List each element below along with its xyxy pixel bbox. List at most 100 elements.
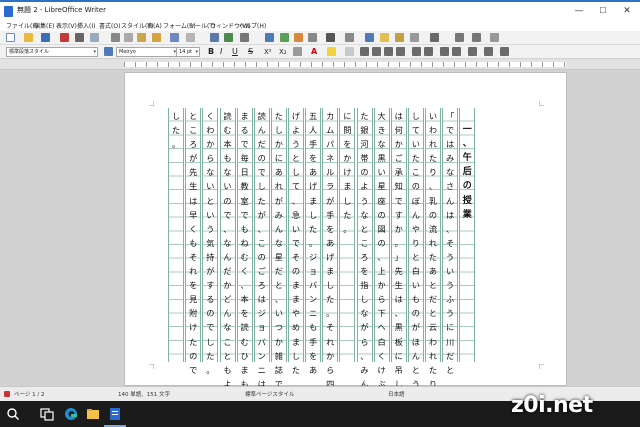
character-cell: と <box>428 308 438 319</box>
align-center-icon[interactable] <box>372 47 381 56</box>
writer-taskbar-icon[interactable] <box>108 407 122 421</box>
bold-button[interactable]: B <box>208 46 214 58</box>
insert-chart-icon[interactable] <box>294 33 303 42</box>
character-cell: み <box>274 209 283 220</box>
copy-icon[interactable] <box>124 33 133 42</box>
minimize-button[interactable]: — <box>568 2 590 20</box>
new-document-icon[interactable] <box>6 33 15 42</box>
menu-insert[interactable]: 挿入(I) <box>77 21 95 30</box>
character-cell: た <box>189 336 198 347</box>
numbered-list-icon[interactable] <box>424 47 433 56</box>
page-style[interactable]: 標準ページスタイル <box>245 390 294 398</box>
print-preview-icon[interactable] <box>90 33 99 42</box>
page-indicator[interactable]: ページ 1 / 2 <box>14 390 45 398</box>
spelling-icon[interactable] <box>224 33 233 42</box>
formatting-marks-icon[interactable] <box>240 33 249 42</box>
menu-format[interactable]: 書式(O) <box>99 21 120 30</box>
character-cell: 本 <box>240 294 249 305</box>
insert-special-character-icon[interactable] <box>326 33 335 42</box>
increase-indent-icon[interactable] <box>440 47 449 56</box>
character-cell: し <box>411 111 420 121</box>
search-icon[interactable] <box>6 407 20 421</box>
file-explorer-icon[interactable] <box>86 407 100 421</box>
draw-functions-icon[interactable] <box>490 33 499 42</box>
character-cell: で <box>206 322 215 333</box>
edge-browser-icon[interactable] <box>64 407 78 421</box>
character-cell: ん <box>446 195 455 206</box>
line-shapes-icon[interactable] <box>472 33 481 42</box>
font-size-select[interactable]: 14 pt <box>176 47 200 57</box>
align-right-icon[interactable] <box>384 47 393 56</box>
menu-table[interactable]: 表(A) <box>147 21 162 30</box>
line-spacing-icon[interactable] <box>468 47 477 56</box>
character-cell: は <box>446 209 455 220</box>
bullet-list-icon[interactable] <box>412 47 421 56</box>
insert-hyperlink-icon[interactable] <box>365 33 374 42</box>
language[interactable]: 日本語 <box>388 390 405 398</box>
clone-formatting-icon[interactable] <box>152 33 161 42</box>
character-cell <box>460 335 474 349</box>
character-cell: め <box>291 322 301 333</box>
cut-icon[interactable] <box>111 33 120 42</box>
text-column: 「ではみなさんは、そういうふうに川だと <box>442 108 459 375</box>
insert-line-icon[interactable] <box>430 33 439 42</box>
menu-help[interactable]: ヘルプ(H) <box>239 21 266 30</box>
decrease-indent-icon[interactable] <box>452 47 461 56</box>
text-direction-icon[interactable] <box>500 47 509 56</box>
character-cell: に <box>394 350 403 361</box>
character-cell: な <box>223 167 232 178</box>
insert-comment-icon[interactable] <box>395 33 404 42</box>
find-replace-icon[interactable] <box>210 33 219 42</box>
font-color-button[interactable]: A <box>311 46 317 58</box>
update-style-icon[interactable] <box>104 47 113 56</box>
paragraph-spacing-icon[interactable] <box>484 47 493 56</box>
task-view-icon[interactable] <box>40 407 54 421</box>
text-column: 大きな黒い星座の図の、上から下へ白くけぶつ <box>373 108 390 403</box>
horizontal-ruler[interactable] <box>0 59 640 70</box>
highlight-color-icon[interactable] <box>327 47 336 56</box>
italic-button[interactable]: I <box>220 46 222 58</box>
insert-image-icon[interactable] <box>280 33 289 42</box>
word-count[interactable]: 140 単語、151 文字 <box>118 390 170 398</box>
menu-view[interactable]: 表示(V) <box>56 21 77 30</box>
character-cell: か <box>326 350 335 361</box>
track-changes-icon[interactable] <box>410 33 419 42</box>
basic-shapes-icon[interactable] <box>455 33 464 42</box>
character-cell: を <box>343 139 352 150</box>
insert-footnote-icon[interactable] <box>380 33 389 42</box>
character-cell: う <box>360 195 369 206</box>
character-cell: 早 <box>189 209 198 220</box>
align-left-icon[interactable] <box>360 47 369 56</box>
font-name-select[interactable]: Meiryo <box>116 47 178 57</box>
menu-edit[interactable]: 編集(E) <box>34 21 54 30</box>
paragraph-style-select[interactable]: 標準段落スタイル <box>6 47 98 57</box>
document-page[interactable]: 一、午后の授業「ではみなさんは、そういうふうに川だといわれたり、乳の流れたあとだ… <box>124 72 567 403</box>
character-cell: 、 <box>223 223 232 234</box>
character-cell <box>169 179 183 193</box>
export-pdf-icon[interactable] <box>60 33 69 42</box>
subscript-button[interactable]: X₂ <box>279 46 287 58</box>
clear-formatting-icon[interactable] <box>293 47 302 56</box>
print-icon[interactable] <box>75 33 84 42</box>
character-cell: 読 <box>257 111 266 121</box>
insert-field-icon[interactable] <box>345 33 354 42</box>
character-cell: 雑 <box>274 350 283 361</box>
insert-table-icon[interactable] <box>265 33 274 42</box>
underline-button[interactable]: U <box>232 46 238 58</box>
open-folder-icon[interactable] <box>24 33 33 42</box>
character-background-icon[interactable] <box>345 47 354 56</box>
paste-icon[interactable] <box>137 33 146 42</box>
character-cell: ま <box>291 294 301 305</box>
character-cell: 、 <box>274 294 283 305</box>
strikethrough-button[interactable]: S <box>248 46 253 58</box>
redo-icon[interactable] <box>186 33 195 42</box>
maximize-button[interactable]: ☐ <box>592 2 614 20</box>
save-icon[interactable] <box>41 33 50 42</box>
character-cell: と <box>411 251 420 262</box>
close-button[interactable]: ✕ <box>616 2 638 20</box>
insert-textbox-icon[interactable] <box>308 33 317 42</box>
justify-icon[interactable] <box>396 47 405 56</box>
undo-icon[interactable] <box>170 33 179 42</box>
superscript-button[interactable]: X² <box>264 46 272 58</box>
character-cell: の <box>377 209 386 220</box>
